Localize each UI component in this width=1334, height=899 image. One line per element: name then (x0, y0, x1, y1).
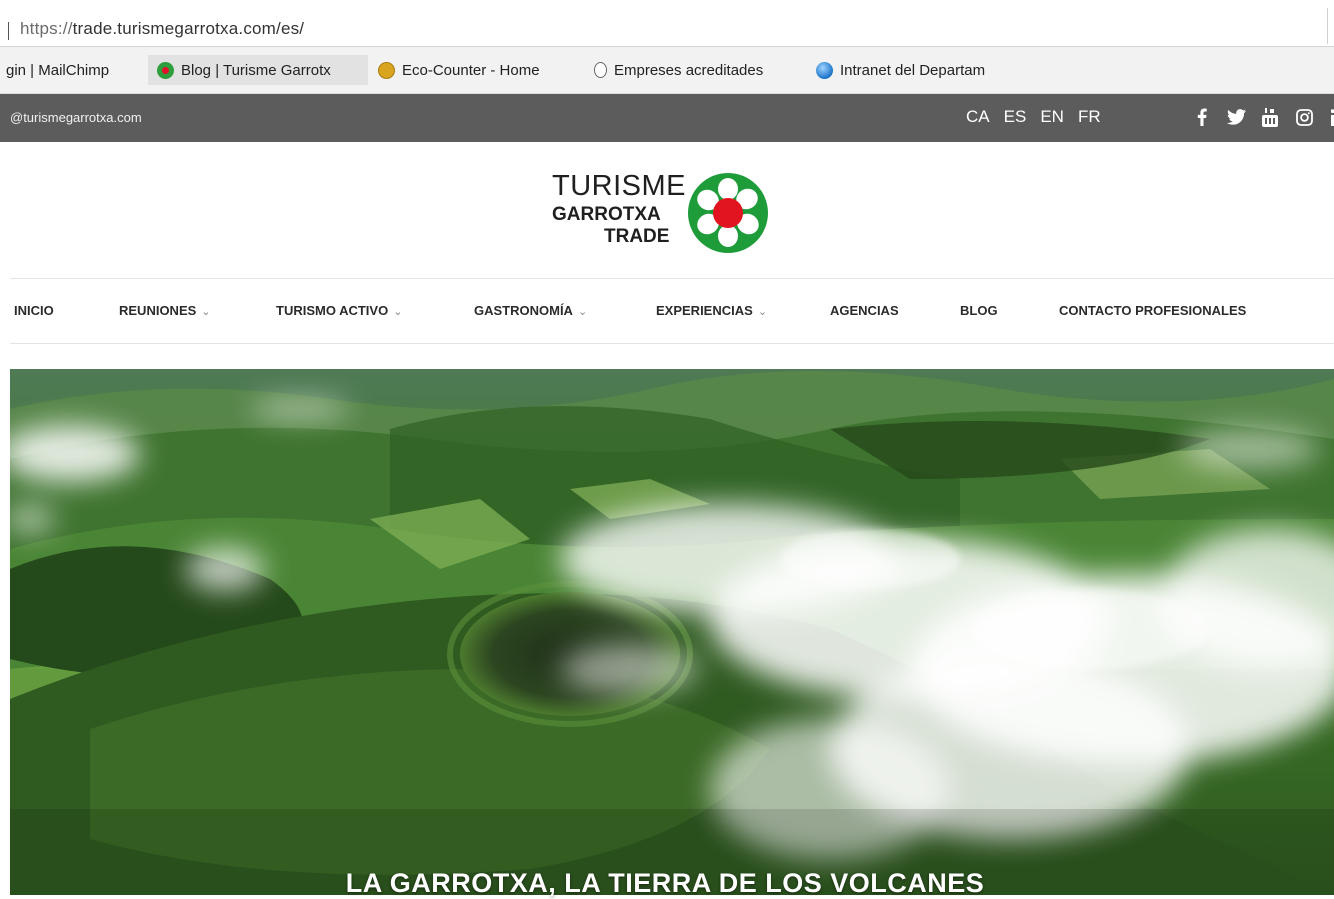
hero-image (10, 369, 1334, 895)
bookmark-label: gin | MailChimp (6, 61, 110, 79)
bookmark-fade (784, 55, 806, 85)
volcano-landscape-image (10, 369, 1334, 895)
lang-ca[interactable]: CA (966, 107, 990, 127)
url-text[interactable]: https://trade.turismegarrotxa.com/es/ (20, 19, 304, 39)
contact-email[interactable]: @turismegarrotxa.com (10, 110, 142, 125)
lang-en[interactable]: EN (1040, 107, 1064, 127)
hero-title: LA GARROTXA, LA TIERRA DE LOS VOLCANES (0, 868, 1334, 899)
nav-label: BLOG (960, 303, 998, 318)
linkedin-icon[interactable] (1328, 106, 1334, 128)
nav-reuniones[interactable]: REUNIONES ⌄ (119, 303, 211, 318)
logo-line-garrotxa: GARROTXA (552, 204, 661, 225)
lang-fr[interactable]: FR (1078, 107, 1101, 127)
youtube-icon[interactable] (1260, 106, 1280, 128)
nav-label: AGENCIAS (830, 303, 899, 318)
language-switcher: CA ES EN FR (966, 107, 1101, 127)
address-bar-edge (1327, 8, 1334, 44)
globe-icon (816, 61, 833, 79)
url-host-path: trade.turismegarrotxa.com/es/ (72, 19, 305, 38)
eco-counter-icon (378, 61, 395, 79)
nav-turismo-activo[interactable]: TURISMO ACTIVO ⌄ (276, 303, 402, 318)
bookmarks-bar: gin | MailChimp Blog | Turisme Garrotx E… (0, 47, 1334, 94)
nav-contacto-profesionales[interactable]: CONTACTO PROFESIONALES (1059, 303, 1246, 318)
twitter-icon[interactable] (1226, 106, 1246, 128)
nav-agencias[interactable]: AGENCIAS (830, 303, 899, 318)
site-topbar: @turismegarrotxa.com CA ES EN FR (0, 94, 1334, 142)
chevron-down-icon: ⌄ (393, 306, 403, 318)
url-scheme: https:// (20, 19, 73, 38)
address-bar-caret (8, 22, 9, 40)
nav-experiencias[interactable]: EXPERIENCIAS ⌄ (656, 303, 767, 318)
bookmark-fade (346, 55, 368, 85)
nav-divider (10, 343, 1334, 344)
bookmark-label: Empreses acreditades (614, 61, 764, 79)
turisme-garrotxa-flower-icon (157, 61, 174, 79)
nav-label: REUNIONES (119, 303, 197, 318)
bookmark-eco-counter[interactable]: Eco-Counter - Home (378, 55, 578, 85)
hero-title-text: LA GARROTXA, LA TIERRA DE LOS VOLCANES (345, 868, 985, 898)
chevron-down-icon: ⌄ (757, 306, 768, 318)
social-links (1192, 106, 1334, 128)
nav-blog[interactable]: BLOG (960, 303, 998, 318)
bookmark-fade (996, 55, 1018, 85)
nav-label: GASTRONOMÍA (474, 303, 573, 318)
site-logo[interactable]: TURISME GARROTXA TRADE (550, 170, 772, 254)
nav-label: TURISMO ACTIVO (276, 303, 389, 318)
nav-label: EXPERIENCIAS (656, 303, 753, 318)
instagram-icon[interactable] (1294, 106, 1314, 128)
page-icon (594, 62, 607, 78)
header-divider (10, 278, 1334, 279)
chevron-down-icon: ⌄ (577, 306, 588, 318)
facebook-icon[interactable] (1192, 106, 1212, 128)
chevron-down-icon: ⌄ (201, 306, 211, 318)
bookmark-intranet[interactable]: Intranet del Departam (816, 55, 1018, 85)
nav-inicio[interactable]: INICIO (14, 303, 54, 318)
bookmark-label: Eco-Counter - Home (402, 61, 540, 79)
nav-label: CONTACTO PROFESIONALES (1059, 303, 1247, 318)
logo-line-trade: TRADE (604, 226, 670, 247)
bookmark-label: Blog | Turisme Garrotx (181, 61, 331, 79)
nav-label: INICIO (14, 303, 54, 318)
bookmark-empreses-acreditades[interactable]: Empreses acreditades (594, 55, 806, 85)
bookmark-label: Intranet del Departam (840, 61, 986, 79)
lang-es[interactable]: ES (1004, 107, 1027, 127)
bookmark-blog-turisme-garrotxa[interactable]: Blog | Turisme Garrotx (148, 55, 368, 85)
address-bar[interactable]: https://trade.turismegarrotxa.com/es/ (0, 0, 1334, 47)
flower-logo-icon (688, 173, 768, 253)
bookmark-mailchimp[interactable]: gin | MailChimp (6, 55, 141, 85)
nav-gastronomia[interactable]: GASTRONOMÍA ⌄ (474, 303, 587, 318)
logo-line-turisme: TURISME (552, 170, 686, 202)
